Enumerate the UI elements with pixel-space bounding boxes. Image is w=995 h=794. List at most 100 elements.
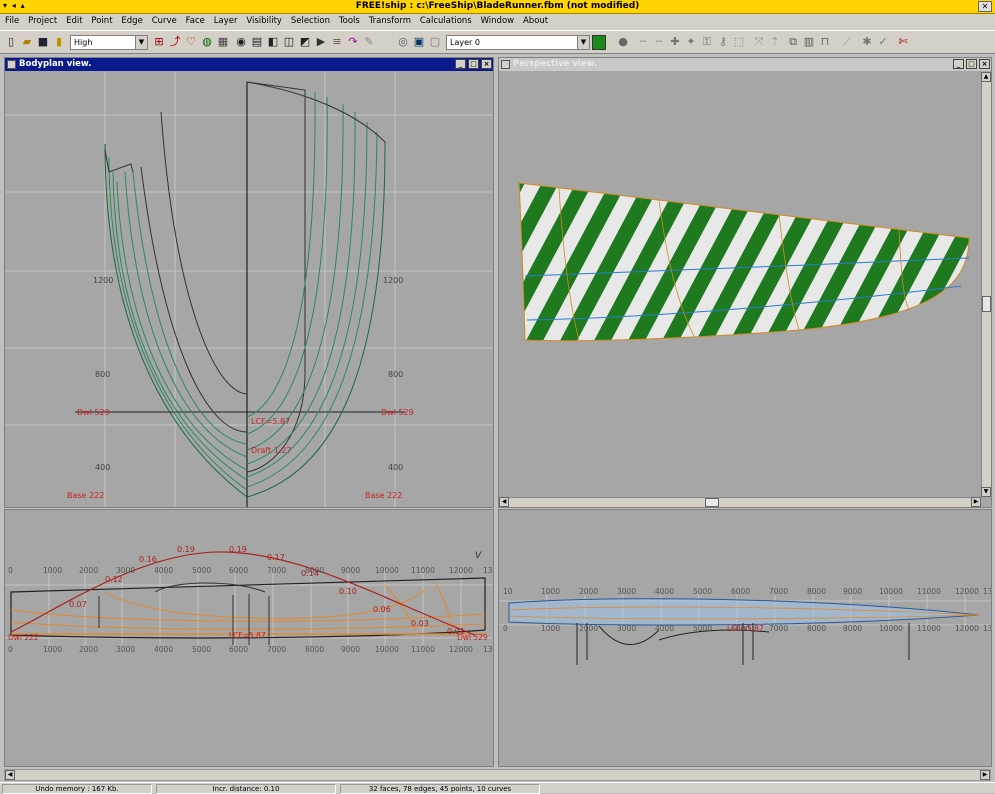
menu-point[interactable]: Point xyxy=(88,14,115,29)
menu-edit[interactable]: Edit xyxy=(63,14,85,29)
base-right-label: Base 222 xyxy=(365,491,402,500)
menu-file[interactable]: File xyxy=(2,14,22,29)
minimize-icon[interactable]: _ xyxy=(953,59,964,69)
menu-face[interactable]: Face xyxy=(183,14,208,29)
flip-icon[interactable]: ⤧ xyxy=(752,35,766,49)
menu-tools[interactable]: Tools xyxy=(336,14,363,29)
diagonals-icon[interactable]: ◩ xyxy=(298,35,312,49)
menu-about[interactable]: About xyxy=(520,14,551,29)
menu-selection[interactable]: Selection xyxy=(288,14,333,29)
profile-canvas[interactable]: 0 1000 2000 3000 4000 5000 6000 7000 800… xyxy=(5,510,494,767)
perspective-vscroll[interactable]: ▲ ▼ xyxy=(981,72,991,497)
waterlines-icon[interactable]: ◫ xyxy=(282,35,296,49)
export-icon[interactable]: ▮ xyxy=(52,35,66,49)
stations-icon[interactable]: ▤ xyxy=(250,35,264,49)
tick-label: 0 xyxy=(503,624,508,633)
perspective-hscroll[interactable]: ◀ ▶ xyxy=(499,497,981,507)
tick-label: 12000 xyxy=(449,645,473,654)
flowlines-icon[interactable]: ≡ xyxy=(330,35,344,49)
scroll-thumb[interactable] xyxy=(982,296,991,312)
scroll-thumb[interactable] xyxy=(705,498,719,507)
close-icon[interactable]: × xyxy=(979,59,990,69)
markers-icon[interactable]: ✱ xyxy=(860,35,874,49)
curve-tool-icon[interactable]: ⤴ xyxy=(168,35,182,49)
workspace-hscroll[interactable]: ◀ ▶ xyxy=(4,769,991,781)
panels-icon[interactable]: ▥ xyxy=(802,35,816,49)
profile-viewport[interactable]: 0 1000 2000 3000 4000 5000 6000 7000 800… xyxy=(4,509,494,767)
label-1200-right: 1200 xyxy=(383,276,403,285)
hydrostatics-icon[interactable]: ▶ xyxy=(314,35,328,49)
add-point-icon[interactable]: ● xyxy=(616,35,630,49)
menu-layer[interactable]: Layer xyxy=(211,14,241,29)
area-curve-labels: 0.07 0.12 0.16 0.19 0.19 0.17 0.14 0.10 … xyxy=(69,545,465,636)
pencil-icon[interactable]: ✎ xyxy=(362,35,376,49)
menu-visibility[interactable]: Visibility xyxy=(243,14,285,29)
menu-curve[interactable]: Curve xyxy=(149,14,180,29)
maximize-icon[interactable]: □ xyxy=(966,59,977,69)
close-icon[interactable]: × xyxy=(481,59,492,69)
save-icon[interactable]: ■ xyxy=(36,35,50,49)
open-folder-icon[interactable]: ▰ xyxy=(20,35,34,49)
check-model-icon[interactable]: ✓ xyxy=(876,35,890,49)
menu-project[interactable]: Project xyxy=(25,14,60,29)
new-file-icon[interactable]: ▯ xyxy=(4,35,18,49)
minimize-icon[interactable]: _ xyxy=(455,59,466,69)
extrude-icon[interactable]: ⇡ xyxy=(768,35,782,49)
scroll-left-icon[interactable]: ◀ xyxy=(5,770,15,780)
globe-icon[interactable]: ◍ xyxy=(200,35,214,49)
scroll-up-icon[interactable]: ▲ xyxy=(981,72,991,82)
grid-icon[interactable]: ▦ xyxy=(216,35,230,49)
precision-select[interactable]: High ▼ xyxy=(70,35,148,50)
tick-label: 10000 xyxy=(375,566,399,575)
close-icon[interactable]: ✕ xyxy=(978,1,992,12)
app-title: FREE!ship : c:\FreeShip\BladeRunner.fbm … xyxy=(355,1,640,11)
stations-right xyxy=(246,81,386,498)
shade-icon[interactable]: ◉ xyxy=(234,35,248,49)
crease-edge-icon[interactable]: ✦ xyxy=(684,35,698,49)
intersect-icon[interactable]: ⊓ xyxy=(818,35,832,49)
bodyplan-viewport[interactable]: Bodyplan view. _ □ × 1200 1200 800 800 4… xyxy=(4,57,494,508)
plan-viewport[interactable]: 10 1000 2000 3000 4000 5000 6000 7000 80… xyxy=(498,509,992,767)
new-face-icon[interactable]: ⬚ xyxy=(732,35,746,49)
scroll-left-icon[interactable]: ◀ xyxy=(499,497,509,507)
chevron-down-icon[interactable]: ▼ xyxy=(577,36,589,49)
curvature-icon[interactable]: ↷ xyxy=(346,35,360,49)
layer-toggle-icon[interactable]: ▢ xyxy=(428,35,442,49)
bodyplan-titlebar: Bodyplan view. _ □ × xyxy=(5,58,493,71)
lock-point-icon[interactable]: ⚿ xyxy=(700,35,714,49)
layer-visibility-icon[interactable]: ◎ xyxy=(396,35,410,49)
plan-lcf-label: LCF=5.87 xyxy=(727,624,764,633)
tick-label: 12000 xyxy=(955,587,979,596)
menu-window[interactable]: Window xyxy=(478,14,518,29)
dwl-left-label: Dwl 529 xyxy=(77,408,110,417)
collapse-point-icon[interactable]: ✚ xyxy=(668,35,682,49)
zebra-hull-surface xyxy=(519,183,969,341)
split-edge-icon[interactable]: ┄ xyxy=(652,35,666,49)
scroll-down-icon[interactable]: ▼ xyxy=(981,487,991,497)
insert-edge-icon[interactable]: ╌ xyxy=(636,35,650,49)
maximize-icon[interactable]: □ xyxy=(468,59,479,69)
bodyplan-canvas[interactable]: 1200 1200 800 800 400 400 Dwl 529 Dwl 52… xyxy=(5,72,494,508)
unlock-point-icon[interactable]: ⚷ xyxy=(716,35,730,49)
menu-transform[interactable]: Transform xyxy=(366,14,414,29)
buttocks-icon[interactable]: ◧ xyxy=(266,35,280,49)
tick-label: 1000 xyxy=(43,566,62,575)
plan-canvas[interactable]: 10 1000 2000 3000 4000 5000 6000 7000 80… xyxy=(499,510,992,767)
mirror-icon[interactable]: ⧉ xyxy=(786,35,800,49)
heart-shape-icon[interactable]: ♡ xyxy=(184,35,198,49)
control-net-icon[interactable]: ⊞ xyxy=(152,35,166,49)
menu-edge[interactable]: Edge xyxy=(118,14,145,29)
layer-color-swatch[interactable] xyxy=(592,35,606,50)
measure-icon[interactable]: ⟋ xyxy=(840,35,854,49)
scroll-right-icon[interactable]: ▶ xyxy=(971,497,981,507)
remove-icon[interactable]: ✄ xyxy=(896,35,910,49)
tick-label: 4000 xyxy=(154,645,173,654)
menu-calculations[interactable]: Calculations xyxy=(417,14,475,29)
layer-properties-icon[interactable]: ▣ xyxy=(412,35,426,49)
chevron-down-icon[interactable]: ▼ xyxy=(135,36,147,49)
layer-select[interactable]: Layer 0 ▼ xyxy=(446,35,590,50)
bodyplan-grid xyxy=(5,72,493,507)
perspective-canvas[interactable] xyxy=(499,72,981,497)
perspective-viewport[interactable]: Perspective view. _ □ × ▲ ▼ ◀ ▶ xyxy=(498,57,992,508)
scroll-right-icon[interactable]: ▶ xyxy=(980,770,990,780)
